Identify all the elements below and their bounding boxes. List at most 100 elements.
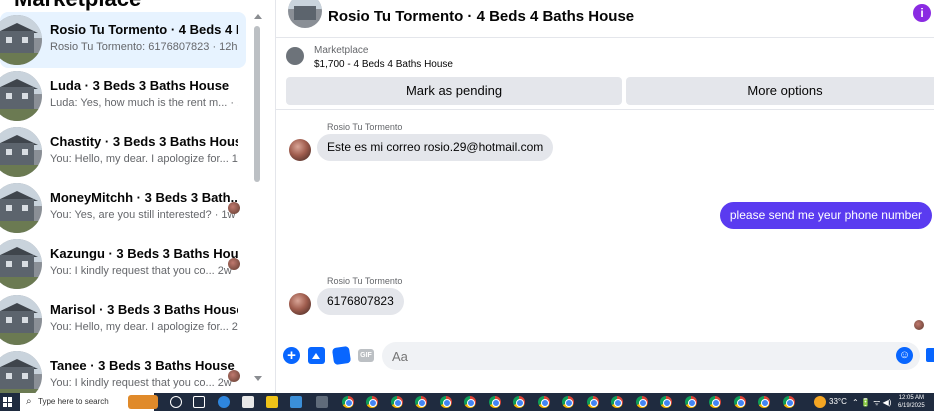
conversation-title: Luda · 3 Beds 3 Baths House — [50, 78, 230, 93]
listing-thumbnail[interactable] — [286, 47, 304, 65]
mark-as-pending-button[interactable]: Mark as pending — [286, 77, 622, 105]
chrome-icon[interactable] — [636, 396, 648, 408]
chrome-icon[interactable] — [783, 396, 795, 408]
chrome-icon[interactable] — [538, 396, 550, 408]
chrome-icon[interactable] — [758, 396, 770, 408]
chrome-icon[interactable] — [660, 396, 672, 408]
chrome-icon[interactable] — [440, 396, 452, 408]
conversation-preview: You: Yes, are you still interested? · 1w — [50, 209, 236, 221]
message-input[interactable] — [382, 342, 920, 370]
conversation-item[interactable]: Rosio Tu Tormento · 4 Beds 4 Ba... Rosio… — [0, 12, 246, 68]
more-options-button[interactable]: More options — [626, 77, 934, 105]
mail-icon[interactable] — [290, 396, 302, 408]
sticker-icon[interactable] — [331, 345, 352, 366]
file-explorer-icon[interactable] — [266, 396, 278, 408]
sidebar-scrollbar[interactable] — [252, 8, 262, 388]
chrome-icon[interactable] — [342, 396, 354, 408]
listing-card: Marketplace $1,700 - 4 Beds 4 Baths Hous… — [276, 38, 934, 110]
search-icon: ⌕ — [26, 396, 32, 407]
messenger-app: Marketplace Rosio Tu Tormento · 4 Beds 4… — [0, 0, 934, 393]
listing-thumbnail — [0, 295, 42, 345]
clock-time: 12:05 AM — [898, 395, 925, 401]
conversation-preview: You: Hello, my dear. I apologize for... … — [50, 321, 238, 333]
clock-date: 6/19/2025 — [898, 403, 925, 409]
listing-thumbnail — [0, 239, 42, 289]
taskbar-search-placeholder: Type here to search — [38, 397, 109, 406]
chrome-icon[interactable] — [587, 396, 599, 408]
task-view-icon[interactable] — [193, 396, 205, 408]
seen-receipt-avatar — [914, 320, 924, 330]
listing-thumbnail[interactable] — [288, 0, 322, 28]
cortana-icon[interactable] — [170, 396, 182, 408]
conversation-item[interactable]: MoneyMitchh · 3 Beds 3 Bath... You: Yes,… — [0, 180, 246, 236]
emoji-icon[interactable]: ☺ — [896, 347, 913, 364]
listing-thumbnail — [0, 351, 42, 393]
incoming-message[interactable]: 6176807823 — [317, 288, 404, 315]
message-composer: + GIF ☺ — [276, 340, 934, 370]
info-icon[interactable]: i — [913, 4, 931, 22]
conversation-preview: You: I kindly request that you co... 2w — [50, 265, 232, 277]
conversation-preview: Rosio Tu Tormento: 6176807823 · 12h — [50, 41, 238, 53]
chrome-icon[interactable] — [709, 396, 721, 408]
conversation-title: Tanee · 3 Beds 3 Baths House — [50, 358, 235, 373]
message-sender: Rosio Tu Tormento — [327, 122, 403, 132]
gif-icon[interactable]: GIF — [358, 349, 374, 362]
calculator-icon[interactable] — [316, 396, 328, 408]
conversation-sidebar: Marketplace Rosio Tu Tormento · 4 Beds 4… — [0, 0, 262, 393]
chat-pane: Rosio Tu Tormento · 4 Beds 4 Baths House… — [275, 0, 934, 393]
conversation-title: Kazungu · 3 Beds 3 Baths Hou... — [50, 246, 238, 261]
like-icon[interactable] — [926, 348, 934, 362]
chrome-icon[interactable] — [489, 396, 501, 408]
outgoing-message[interactable]: please send me yeur phone number — [719, 202, 932, 229]
conversation-item[interactable]: Luda · 3 Beds 3 Baths House Luda: Yes, h… — [0, 68, 246, 124]
chrome-icon[interactable] — [734, 396, 746, 408]
chrome-icon[interactable] — [685, 396, 697, 408]
weather-icon[interactable] — [814, 396, 826, 408]
conversation-preview: You: Hello, my dear. I apologize for... … — [50, 153, 238, 165]
chrome-icon[interactable] — [391, 396, 403, 408]
contact-avatar[interactable] — [289, 293, 311, 315]
conversation-item[interactable]: Marisol · 3 Beds 3 Baths House You: Hell… — [0, 292, 246, 348]
incoming-message[interactable]: Este es mi correo rosio.29@hotmail.com — [317, 134, 554, 161]
chrome-icon[interactable] — [464, 396, 476, 408]
chat-title[interactable]: Rosio Tu Tormento · 4 Beds 4 Baths House — [328, 8, 634, 25]
edge-icon[interactable] — [218, 396, 230, 408]
system-tray-icons[interactable]: ⌃ 🔋 ᯤ ◀) — [852, 397, 891, 408]
conversation-item[interactable]: Tanee · 3 Beds 3 Baths House You: I kind… — [0, 348, 246, 393]
taskbar: ⌕ Type here to search 33°C ⌃ 🔋 ᯤ ◀) 12:0… — [0, 393, 934, 411]
chrome-icon[interactable] — [513, 396, 525, 408]
chrome-icon[interactable] — [611, 396, 623, 408]
listing-thumbnail — [0, 15, 42, 65]
chrome-icon[interactable] — [415, 396, 427, 408]
conversation-item[interactable]: Kazungu · 3 Beds 3 Baths Hou... You: I k… — [0, 236, 246, 292]
sidebar-title: Marketplace — [14, 0, 141, 12]
photo-icon[interactable] — [308, 347, 325, 364]
seen-avatar — [228, 202, 240, 214]
listing-thumbnail — [0, 71, 42, 121]
conversation-preview: Luda: Yes, how much is the rent m... · 1… — [50, 97, 238, 109]
listing-price[interactable]: $1,700 - 4 Beds 4 Baths House — [314, 59, 453, 70]
conversation-title: Rosio Tu Tormento · 4 Beds 4 Ba... — [50, 22, 238, 37]
conversation-title: Marisol · 3 Beds 3 Baths House — [50, 302, 238, 317]
listing-thumbnail — [0, 183, 42, 233]
promo-icon[interactable] — [128, 395, 158, 409]
contact-avatar[interactable] — [289, 139, 311, 161]
taskbar-clock[interactable]: 12:05 AM 6/19/2025 — [898, 394, 925, 410]
conversation-item[interactable]: Chastity · 3 Beds 3 Baths House You: Hel… — [0, 124, 246, 180]
listing-label: Marketplace — [314, 45, 369, 56]
weather-temperature[interactable]: 33°C — [829, 397, 847, 406]
chat-header: Rosio Tu Tormento · 4 Beds 4 Baths House… — [276, 0, 934, 38]
chrome-icon[interactable] — [562, 396, 574, 408]
plus-icon[interactable]: + — [283, 347, 300, 364]
seen-avatar — [228, 258, 240, 270]
scroll-down-arrow-icon[interactable] — [254, 376, 262, 381]
scroll-thumb[interactable] — [254, 26, 260, 182]
app-icon[interactable] — [242, 396, 254, 408]
conversation-preview: You: I kindly request that you co... 2w — [50, 377, 232, 389]
message-sender: Rosio Tu Tormento — [327, 276, 403, 286]
chrome-icon[interactable] — [366, 396, 378, 408]
listing-thumbnail — [0, 127, 42, 177]
windows-start-icon[interactable] — [3, 397, 13, 407]
scroll-up-arrow-icon[interactable] — [254, 14, 262, 19]
conversation-title: Chastity · 3 Beds 3 Baths House — [50, 134, 238, 149]
